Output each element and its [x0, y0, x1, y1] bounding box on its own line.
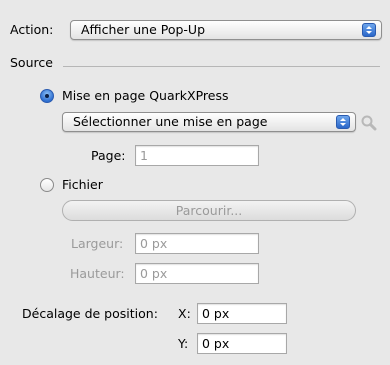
- width-input[interactable]: [136, 234, 258, 253]
- source-group-divider: [63, 66, 380, 67]
- offset-y-field[interactable]: [197, 333, 287, 354]
- offset-x-field[interactable]: [197, 303, 287, 324]
- offset-y-input[interactable]: [198, 334, 286, 353]
- offset-y-label: Y:: [178, 336, 189, 351]
- offset-x-input[interactable]: [198, 304, 286, 323]
- offset-label: Décalage de position:: [22, 306, 158, 321]
- magnifier-icon[interactable]: [360, 114, 378, 132]
- radio-file-label[interactable]: Fichier: [62, 177, 103, 193]
- radio-layout-label[interactable]: Mise en page QuarkXPress: [62, 88, 228, 104]
- height-field[interactable]: [135, 263, 259, 284]
- action-select-value: Afficher une Pop-Up: [81, 22, 206, 37]
- layout-select-value: Sélectionner une mise en page: [73, 114, 268, 129]
- radio-layout[interactable]: [40, 89, 54, 103]
- height-label: Hauteur:: [70, 266, 125, 281]
- offset-x-label: X:: [178, 306, 191, 321]
- page-label: Page:: [91, 148, 126, 163]
- radio-file[interactable]: [40, 178, 54, 192]
- layout-select[interactable]: Sélectionner une mise en page: [62, 112, 356, 132]
- width-label: Largeur:: [71, 236, 124, 251]
- browse-button[interactable]: Parcourir...: [62, 200, 356, 221]
- width-field[interactable]: [135, 233, 259, 254]
- action-label: Action:: [10, 22, 54, 37]
- up-down-arrows-icon: [336, 115, 350, 129]
- up-down-arrows-icon: [362, 23, 376, 37]
- page-field[interactable]: [135, 145, 259, 166]
- page-input[interactable]: [136, 146, 258, 165]
- height-input[interactable]: [136, 264, 258, 283]
- action-select[interactable]: Afficher une Pop-Up: [70, 20, 382, 40]
- source-group-title: Source: [10, 55, 53, 70]
